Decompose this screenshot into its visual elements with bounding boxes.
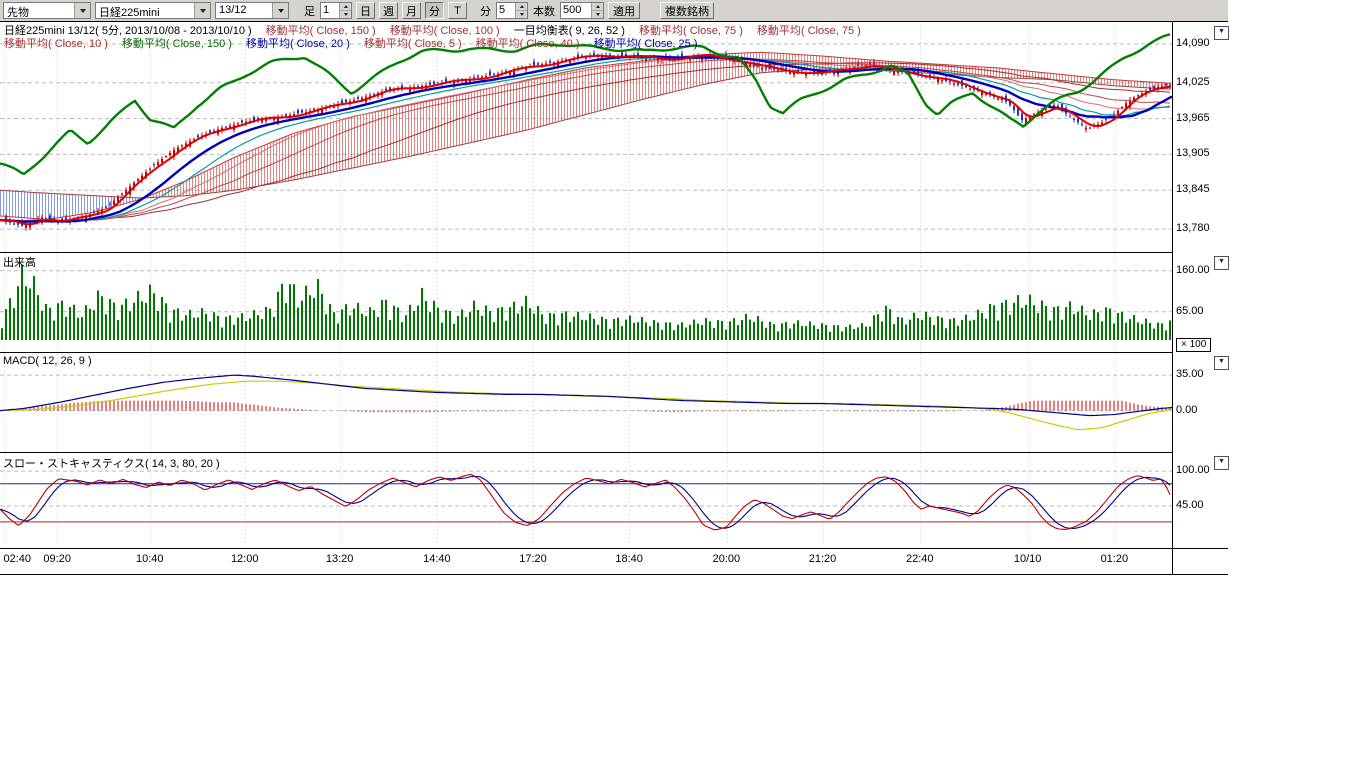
indicator-label: 一目均衡表( 9, 26, 52 ) xyxy=(514,25,625,37)
toolbar: 先物 日経225mini 13/12 足 1 日 週 月 分 T 分 5 xyxy=(0,0,1228,22)
trading-chart-app: 先物 日経225mini 13/12 足 1 日 週 月 分 T 分 5 xyxy=(0,0,1366,768)
volume-pane-label: 出来高 xyxy=(3,254,36,270)
contract-month-select[interactable]: 13/12 xyxy=(215,2,289,19)
spinner-arrows[interactable] xyxy=(515,3,527,18)
chart-canvas[interactable] xyxy=(0,0,1228,575)
volume-pane-collapse-icon[interactable]: ▼ xyxy=(1214,256,1229,270)
indicator-label: 移動平均( Close, 20 ) xyxy=(246,38,350,50)
indicator-label: 日経225mini 13/12( 5分, 2013/10/08 - 2013/1… xyxy=(4,25,252,37)
bar-count-value: 500 xyxy=(561,3,591,18)
indicator-label: 移動平均( Close, 100 ) xyxy=(390,25,500,37)
indicator-label: 移動平均( Close, 10 ) xyxy=(4,38,108,50)
category-value: 先物 xyxy=(4,3,74,18)
minute-value: 5 xyxy=(497,3,515,18)
period-month-button[interactable]: 月 xyxy=(402,2,421,19)
volume-multiplier-badge: × 100 xyxy=(1176,338,1211,352)
chevron-down-icon[interactable] xyxy=(272,3,288,18)
price-pane-collapse-icon[interactable]: ▼ xyxy=(1214,26,1229,40)
apply-button[interactable]: 適用 xyxy=(608,2,640,19)
symbol-value: 日経225mini xyxy=(96,3,194,18)
period-minute-button[interactable]: 分 xyxy=(425,2,444,19)
indicator-legend-line1: 日経225mini 13/12( 5分, 2013/10/08 - 2013/1… xyxy=(4,25,875,38)
spin-down-icon[interactable] xyxy=(340,11,351,18)
minute-input[interactable]: 5 xyxy=(496,2,528,19)
bar-type-input[interactable]: 1 xyxy=(320,2,352,19)
bar-count-label: 本数 xyxy=(532,3,556,19)
tick-button[interactable]: T xyxy=(448,2,467,19)
spin-up-icon[interactable] xyxy=(340,3,351,11)
chevron-down-icon[interactable] xyxy=(74,3,90,18)
bar-type-label: 足 xyxy=(303,3,316,19)
macd-pane-collapse-icon[interactable]: ▼ xyxy=(1214,356,1229,370)
macd-pane-label: MACD( 12, 26, 9 ) xyxy=(3,355,92,367)
minute-label: 分 xyxy=(479,3,492,19)
spinner-arrows[interactable] xyxy=(339,3,351,18)
indicator-label: 移動平均( Close, 75 ) xyxy=(757,25,861,37)
spin-up-icon[interactable] xyxy=(592,3,603,11)
chevron-down-icon[interactable] xyxy=(194,3,210,18)
indicator-label: 移動平均( Close, 150 ) xyxy=(122,38,232,50)
stoch-pane-label: スロー・ストキャスティクス( 14, 3, 80, 20 ) xyxy=(3,455,220,471)
bar-count-input[interactable]: 500 xyxy=(560,2,604,19)
period-day-button[interactable]: 日 xyxy=(356,2,375,19)
multi-symbol-button[interactable]: 複数銘柄 xyxy=(660,2,714,19)
stoch-pane-collapse-icon[interactable]: ▼ xyxy=(1214,456,1229,470)
indicator-label: 移動平均( Close, 150 ) xyxy=(266,25,376,37)
spin-down-icon[interactable] xyxy=(516,11,527,18)
spin-down-icon[interactable] xyxy=(592,11,603,18)
spin-up-icon[interactable] xyxy=(516,3,527,11)
spinner-arrows[interactable] xyxy=(591,3,603,18)
symbol-select[interactable]: 日経225mini xyxy=(95,2,211,19)
indicator-label: 移動平均( Close, 5 ) xyxy=(364,38,462,50)
indicator-legend-line2: 移動平均( Close, 10 ) 移動平均( Close, 150 ) 移動平均(… xyxy=(4,38,712,51)
bar-type-value: 1 xyxy=(321,3,339,18)
indicator-label: 移動平均( Close, 40 ) xyxy=(476,38,580,50)
category-select[interactable]: 先物 xyxy=(3,2,91,19)
contract-month-value: 13/12 xyxy=(216,3,272,18)
indicator-label: 移動平均( Close, 75 ) xyxy=(639,25,743,37)
indicator-label: 移動平均( Close, 25 ) xyxy=(594,38,698,50)
period-week-button[interactable]: 週 xyxy=(379,2,398,19)
